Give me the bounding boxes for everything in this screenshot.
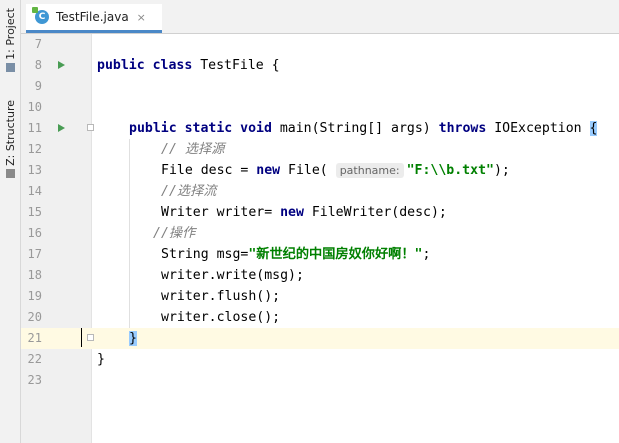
- line-number: 12: [27, 142, 42, 156]
- tab-testfile-java[interactable]: C TestFile.java ×: [26, 4, 162, 33]
- line-number: 8: [34, 58, 42, 72]
- line-number: 17: [27, 247, 42, 261]
- code-line: 19 writer.flush();: [21, 286, 619, 307]
- code-comment: //选择流: [161, 184, 217, 199]
- run-main-icon[interactable]: [58, 124, 65, 132]
- line-number: 7: [34, 37, 42, 51]
- code-text: }: [97, 352, 105, 367]
- code-text: writer.close();: [161, 310, 281, 325]
- line-number: 15: [27, 205, 42, 219]
- line-number: 14: [27, 184, 42, 198]
- line-number: 23: [27, 373, 42, 387]
- code-line: 20 writer.close();: [21, 307, 619, 328]
- code-comment: // 选择源: [161, 142, 225, 157]
- brace-highlight: }: [129, 331, 137, 346]
- code-text: Writer writer= new FileWriter(desc);: [161, 202, 447, 223]
- code-line: 14 //选择流: [21, 181, 619, 202]
- code-line: 23: [21, 370, 619, 391]
- string-literal: "F:\\b.txt": [406, 163, 494, 178]
- keyword: throws: [438, 121, 487, 136]
- structure-tool-tab[interactable]: Z: Structure: [2, 100, 19, 178]
- structure-tab-label: Z: Structure: [4, 100, 17, 166]
- folder-icon: [6, 62, 15, 72]
- keyword: new: [280, 205, 304, 220]
- code-token: Writer writer=: [161, 205, 281, 220]
- line-number: 19: [27, 289, 42, 303]
- code-line: 13 File desc = new File( pathname: "F:\\b…: [21, 160, 619, 181]
- line-number: 21: [27, 331, 42, 345]
- code-line: 11 public static void main(String[] args…: [21, 118, 619, 139]
- parameter-hint: pathname:: [335, 163, 404, 178]
- code-line: 10: [21, 97, 619, 118]
- code-token: File(: [280, 163, 336, 178]
- code-token: FileWriter(desc);: [303, 205, 447, 220]
- code-token: File desc =: [161, 163, 257, 178]
- line-number: 18: [27, 268, 42, 282]
- brace-highlight: {: [589, 121, 598, 136]
- code-text: public class TestFile {: [97, 55, 280, 76]
- code-comment: //操作: [153, 226, 196, 241]
- code-text: String msg="新世纪的中国房奴你好啊！";: [161, 244, 430, 265]
- text-cursor: [81, 328, 82, 347]
- line-number: 11: [27, 121, 42, 135]
- close-icon[interactable]: ×: [137, 11, 146, 24]
- code-line: 15 Writer writer= new FileWriter(desc);: [21, 202, 619, 223]
- keyword: public class: [97, 58, 201, 73]
- run-class-icon[interactable]: [58, 61, 65, 69]
- code-token: TestFile {: [200, 58, 280, 73]
- line-number: 22: [27, 352, 42, 366]
- tab-label: TestFile.java: [56, 10, 129, 24]
- line-number: 13: [27, 163, 42, 177]
- code-text: }: [129, 328, 137, 349]
- code-line: 22 }: [21, 349, 619, 370]
- tool-window-sidebar: 1: Project Z: Structure: [0, 0, 21, 443]
- code-line: 16 //操作: [21, 223, 619, 244]
- code-line: 18 writer.write(msg);: [21, 265, 619, 286]
- code-line: 9: [21, 76, 619, 97]
- code-token: String msg=: [161, 247, 249, 262]
- code-token: );: [493, 163, 510, 178]
- fold-toggle-icon[interactable]: [87, 124, 94, 131]
- line-number: 16: [27, 226, 42, 240]
- editor-tab-bar: C TestFile.java ×: [21, 0, 619, 34]
- code-line-current: 21 }: [21, 328, 619, 349]
- line-number: 10: [27, 100, 42, 114]
- structure-icon: [6, 168, 15, 178]
- code-line: 8 public class TestFile {: [21, 55, 619, 76]
- line-number: 9: [34, 79, 42, 93]
- code-text: writer.flush();: [161, 289, 281, 304]
- code-token: IOException: [486, 121, 590, 136]
- code-text: writer.write(msg);: [161, 268, 304, 283]
- java-class-icon: C: [32, 7, 49, 24]
- fold-end-icon[interactable]: [87, 334, 94, 341]
- code-line: 12 // 选择源: [21, 139, 619, 160]
- project-tab-label: 1: Project: [4, 8, 17, 60]
- string-literal: "新世纪的中国房奴你好啊！": [248, 247, 423, 262]
- code-line: 7: [21, 34, 619, 55]
- project-tool-tab[interactable]: 1: Project: [2, 8, 19, 72]
- keyword: public static void: [129, 121, 280, 136]
- line-number: 20: [27, 310, 42, 324]
- code-token: main(String[] args): [279, 121, 439, 136]
- code-text: File desc = new File( pathname: "F:\\b.tx…: [161, 160, 510, 181]
- code-token: ;: [422, 247, 431, 262]
- keyword: new: [256, 163, 281, 178]
- code-line: 17 String msg="新世纪的中国房奴你好啊！";: [21, 244, 619, 265]
- code-text: public static void main(String[] args) t…: [129, 118, 598, 139]
